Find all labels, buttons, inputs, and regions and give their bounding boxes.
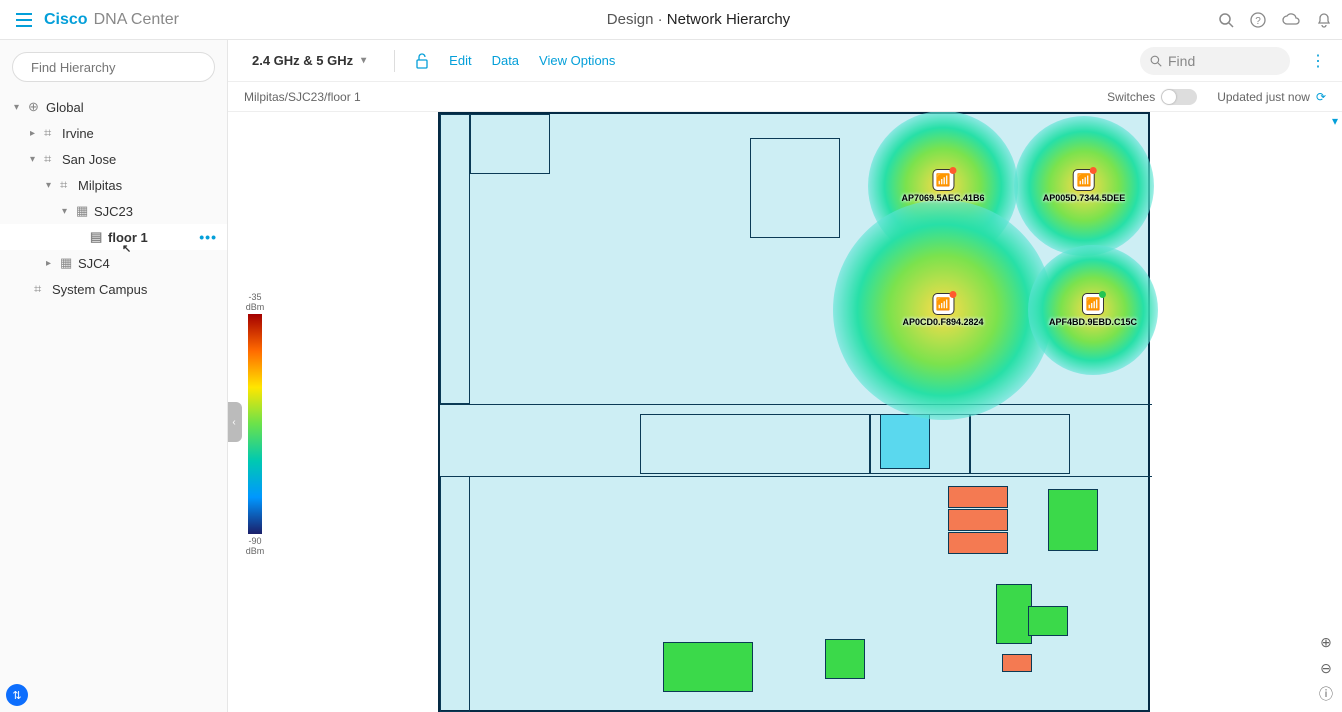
tree-label: Irvine [62,126,94,141]
cloud-icon[interactable] [1282,12,1300,28]
hierarchy-search[interactable] [12,52,215,82]
find-placeholder: Find [1168,53,1195,69]
tree-node-milpitas[interactable]: ▾⌗Milpitas [0,172,227,198]
map-toolbar: 2.4 GHz & 5 GHz▾ Edit Data View Options … [228,40,1342,82]
tree-node-sanjose[interactable]: ▾⌗San Jose [0,146,227,172]
more-actions-icon[interactable]: ⋮ [1310,51,1326,71]
search-icon [1150,55,1162,67]
globe-icon: ⊕ [28,99,42,115]
svg-text:?: ? [1255,16,1261,27]
bell-icon[interactable] [1316,12,1332,28]
refresh-status: Updated just now ⟳ [1217,90,1326,104]
tree-node-sjc4[interactable]: ▸▦SJC4 [0,250,227,276]
floor-canvas[interactable]: ‹ -35dBm -90dBm [228,112,1342,712]
tree-node-floor1[interactable]: ▤floor 1•••↖ [0,224,227,250]
map-zoom-tools: ⊕ ⊖ ⓘ [1316,632,1336,704]
tree-label: System Campus [52,282,147,297]
building-icon: ▦ [60,255,74,271]
floor-plan[interactable]: 📶 AP7069.5AEC.41B6 📶 AP005D.7344.5DEE 📶 AP0CD… [438,112,1150,712]
switches-label: Switches [1107,90,1155,104]
site-icon: ⌗ [44,125,58,141]
access-point[interactable]: 📶 AP0CD0.F894.2824 [902,293,983,327]
ap-label: AP0CD0.F894.2824 [902,317,983,327]
ap-icon: 📶 [932,169,954,191]
building-icon: ▦ [76,203,90,219]
edit-link[interactable]: Edit [449,53,471,68]
tree-label: SJC23 [94,204,133,219]
frequency-value: 2.4 GHz & 5 GHz [252,53,353,68]
view-options-link[interactable]: View Options [539,53,615,68]
hierarchy-tree: ▾⊕Global ▸⌗Irvine ▾⌗San Jose ▾⌗Milpitas … [0,94,227,302]
brand-cisco: Cisco [44,11,88,29]
divider [394,50,395,72]
site-icon: ⌗ [44,151,58,167]
legend-bot-unit: dBm [246,546,265,556]
switches-toggle: Switches [1107,89,1197,105]
breadcrumb-page: Network Hierarchy [667,11,790,28]
access-point[interactable]: 📶 AP7069.5AEC.41B6 [901,169,984,203]
rssi-legend: -35dBm -90dBm [238,292,272,556]
node-actions-icon[interactable]: ••• [199,229,217,245]
help-icon[interactable]: ? [1250,12,1266,28]
zoom-out-icon[interactable]: ⊖ [1316,658,1336,678]
switches-toggle-switch[interactable] [1161,89,1197,105]
legend-top-unit: dBm [246,302,265,312]
tree-label: Global [46,100,84,115]
chevron-down-icon: ▾ [361,55,366,66]
site-icon: ⌗ [34,281,48,297]
tree-node-sjc23[interactable]: ▾▦SJC23 [0,198,227,224]
menu-icon[interactable] [10,6,38,34]
main-panel: 2.4 GHz & 5 GHz▾ Edit Data View Options … [228,40,1342,712]
zoom-in-icon[interactable]: ⊕ [1316,632,1336,652]
legend-top-val: -35 [246,292,265,302]
site-icon: ⌗ [60,177,74,193]
updated-text: Updated just now [1217,90,1310,104]
tree-label: SJC4 [78,256,110,271]
lock-icon[interactable] [415,53,429,69]
floor-icon: ▤ [90,229,104,245]
brand-dna: DNA Center [94,11,179,29]
assistant-fab[interactable]: ⇅ [6,684,28,706]
hierarchy-search-input[interactable] [31,60,207,75]
frequency-select[interactable]: 2.4 GHz & 5 GHz ▾ [244,49,374,72]
access-point[interactable]: 📶 APF4BD.9EBD.C15C [1049,293,1137,327]
breadcrumb-prefix: Design · [607,11,667,28]
app-header: Cisco DNA Center Design · Network Hierar… [0,0,1342,40]
info-icon[interactable]: ⓘ [1316,684,1336,704]
floor-path: Milpitas/SJC23/floor 1 [244,90,361,104]
legend-bot-val: -90 [246,536,265,546]
tree-label: San Jose [62,152,116,167]
hierarchy-sidebar: ▾⊕Global ▸⌗Irvine ▾⌗San Jose ▾⌗Milpitas … [0,40,228,712]
ap-label: AP7069.5AEC.41B6 [901,193,984,203]
data-link[interactable]: Data [492,53,519,68]
tree-node-global[interactable]: ▾⊕Global [0,94,227,120]
brand[interactable]: Cisco DNA Center [44,11,179,29]
header-actions: ? [1218,12,1332,28]
tree-node-irvine[interactable]: ▸⌗Irvine [0,120,227,146]
ap-label: AP005D.7344.5DEE [1043,193,1126,203]
ap-icon: 📶 [1073,169,1095,191]
ap-label: APF4BD.9EBD.C15C [1049,317,1137,327]
tree-label: Milpitas [78,178,122,193]
access-point[interactable]: 📶 AP005D.7344.5DEE [1043,169,1126,203]
breadcrumb: Design · Network Hierarchy [179,11,1218,28]
tree-node-system-campus[interactable]: ⌗ System Campus [0,276,227,302]
search-icon[interactable] [1218,12,1234,28]
map-find[interactable]: Find [1140,47,1290,75]
refresh-icon[interactable]: ⟳ [1316,90,1326,104]
legend-gradient [248,314,262,534]
ap-icon: 📶 [1082,293,1104,315]
map-subbar: Milpitas/SJC23/floor 1 Switches Updated … [228,82,1342,112]
ap-icon: 📶 [932,293,954,315]
